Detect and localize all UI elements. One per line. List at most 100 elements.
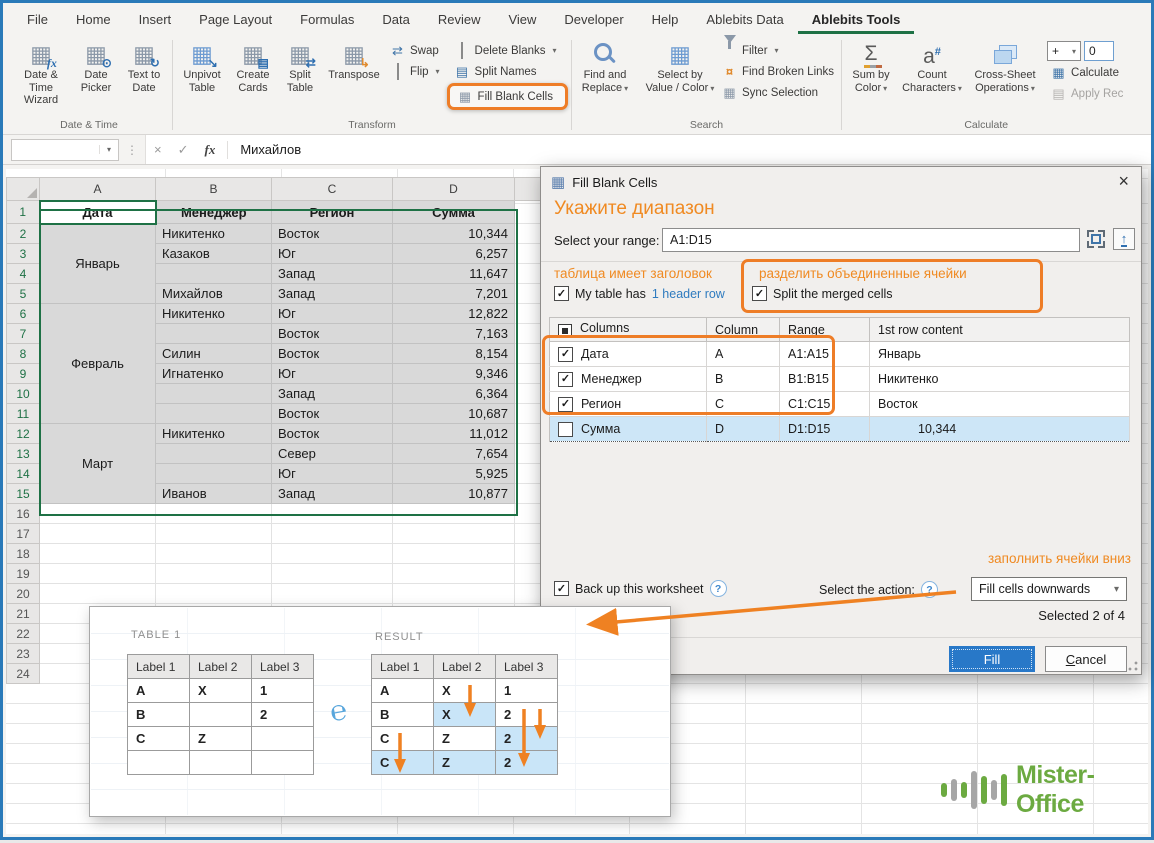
column-checkbox-C[interactable] [558, 397, 573, 412]
split-names-button[interactable]: ▤ Split Names [451, 62, 568, 81]
row-header-6[interactable]: 6 [7, 304, 40, 324]
dialog-column-row-D[interactable]: СуммаDD1:D1510,344 [550, 417, 1130, 442]
ribbon-tab-insert[interactable]: Insert [125, 6, 186, 34]
cell-D13[interactable]: 7,654 [393, 444, 515, 464]
cell-C6[interactable]: Юг [272, 304, 393, 324]
column-checkbox-B[interactable] [558, 372, 573, 387]
cell-D10[interactable]: 6,364 [393, 384, 515, 404]
cell-A16[interactable] [40, 504, 156, 524]
name-box[interactable]: ▾ [11, 139, 119, 161]
row-header-11[interactable]: 11 [7, 404, 40, 424]
text-to-date-button[interactable]: ▦↻ Text to Date [119, 36, 169, 94]
swap-button[interactable]: ⇄ Swap [386, 41, 444, 60]
cell-B11[interactable] [156, 404, 272, 424]
cell-C17[interactable] [272, 524, 393, 544]
find-and-replace-button[interactable]: Find and Replace▾ [575, 36, 635, 95]
select-all-corner[interactable] [7, 178, 40, 201]
column-header-d[interactable]: D [393, 178, 515, 201]
cell-B13[interactable] [156, 444, 272, 464]
cell-D8[interactable]: 8,154 [393, 344, 515, 364]
cell-C4[interactable]: Запад [272, 264, 393, 284]
cell-D20[interactable] [393, 584, 515, 604]
cell-B19[interactable] [156, 564, 272, 584]
backup-help-icon[interactable]: ? [710, 580, 727, 597]
row-header-16[interactable]: 16 [7, 504, 40, 524]
column-header-c[interactable]: C [272, 178, 393, 201]
cell-C1[interactable]: Регион [272, 201, 393, 224]
cell-B5[interactable]: Михайлов [156, 284, 272, 304]
column-checkbox-D[interactable] [558, 422, 573, 437]
filter-button[interactable]: Filter▾ [718, 41, 838, 60]
cancel-entry-icon[interactable]: × [146, 142, 170, 157]
dialog-close-icon[interactable]: × [1118, 171, 1129, 192]
cell-D11[interactable]: 10,687 [393, 404, 515, 424]
cell-D7[interactable]: 7,163 [393, 324, 515, 344]
row-header-20[interactable]: 20 [7, 584, 40, 604]
cell-D5[interactable]: 7,201 [393, 284, 515, 304]
cell-C20[interactable] [272, 584, 393, 604]
cell-D18[interactable] [393, 544, 515, 564]
range-header-cell[interactable]: Range [780, 318, 870, 342]
cell-D17[interactable] [393, 524, 515, 544]
cell-A20[interactable] [40, 584, 156, 604]
cell-C16[interactable] [272, 504, 393, 524]
formula-bar-handle[interactable]: ⋮ [126, 143, 138, 157]
row-header-15[interactable]: 15 [7, 484, 40, 504]
row-header-1[interactable]: 1 [7, 201, 40, 224]
cell-B3[interactable]: Казаков [156, 244, 272, 264]
fill-button[interactable]: Fill [949, 646, 1035, 672]
collapse-dialog-icon[interactable]: ↑ [1113, 228, 1135, 250]
cell-B6[interactable]: Никитенко [156, 304, 272, 324]
select-range-icon[interactable] [1087, 230, 1105, 248]
column-header-a[interactable]: A [40, 178, 156, 201]
operator-select[interactable]: +▾ [1047, 41, 1081, 61]
dialog-title-bar[interactable]: ▦ Fill Blank Cells [541, 167, 1141, 197]
confirm-entry-icon[interactable]: ✓ [170, 142, 197, 158]
cell-C8[interactable]: Восток [272, 344, 393, 364]
cell-C18[interactable] [272, 544, 393, 564]
range-input[interactable]: A1:D15 [662, 228, 1080, 252]
name-box-caret-icon[interactable]: ▾ [99, 145, 118, 154]
select-by-value-color-button[interactable]: ▦ Select by Value / Color▾ [642, 36, 718, 95]
ribbon-tab-file[interactable]: File [13, 6, 62, 34]
cell-B10[interactable] [156, 384, 272, 404]
date-picker-button[interactable]: ▦⊙ Date Picker [73, 36, 119, 94]
delete-blanks-button[interactable]: Delete Blanks▾ [451, 41, 568, 60]
row-header-2[interactable]: 2 [7, 224, 40, 244]
row-header-10[interactable]: 10 [7, 384, 40, 404]
cell-B18[interactable] [156, 544, 272, 564]
cell-C12[interactable]: Восток [272, 424, 393, 444]
count-characters-button[interactable]: a# Count Characters▾ [897, 36, 967, 95]
cell-B8[interactable]: Силин [156, 344, 272, 364]
cell-D9[interactable]: 9,346 [393, 364, 515, 384]
first-row-header-cell[interactable]: 1st row content [870, 318, 1130, 342]
cell-B9[interactable]: Игнатенко [156, 364, 272, 384]
cell-C5[interactable]: Запад [272, 284, 393, 304]
row-header-24[interactable]: 24 [7, 664, 40, 684]
backup-checkbox[interactable] [554, 581, 569, 596]
cell-D14[interactable]: 5,925 [393, 464, 515, 484]
merged-date-cell[interactable]: Март [40, 424, 156, 504]
row-header-5[interactable]: 5 [7, 284, 40, 304]
action-dropdown[interactable]: Fill cells downwards ▾ [971, 577, 1127, 601]
header-row-checkbox[interactable] [554, 286, 569, 301]
dialog-column-row-A[interactable]: ДатаAA1:A15Январь [550, 342, 1130, 367]
cell-C7[interactable]: Восток [272, 324, 393, 344]
cell-B4[interactable] [156, 264, 272, 284]
calculate-button[interactable]: ▦ Calculate [1047, 63, 1127, 82]
cell-B20[interactable] [156, 584, 272, 604]
ribbon-tab-view[interactable]: View [494, 6, 550, 34]
cell-D6[interactable]: 12,822 [393, 304, 515, 324]
cell-D15[interactable]: 10,877 [393, 484, 515, 504]
columns-header-cell[interactable]: Columns [550, 318, 707, 342]
cell-A18[interactable] [40, 544, 156, 564]
dialog-column-row-B[interactable]: МенеджерBB1:B15Никитенко [550, 367, 1130, 392]
transpose-button[interactable]: ▦↳ Transpose [322, 36, 386, 82]
cross-sheet-operations-button[interactable]: Cross-Sheet Operations▾ [967, 36, 1043, 95]
cell-D19[interactable] [393, 564, 515, 584]
split-table-button[interactable]: ▦⇄ Split Table [278, 36, 322, 94]
split-merged-checkbox[interactable] [752, 286, 767, 301]
row-header-9[interactable]: 9 [7, 364, 40, 384]
cell-C15[interactable]: Запад [272, 484, 393, 504]
cell-A19[interactable] [40, 564, 156, 584]
